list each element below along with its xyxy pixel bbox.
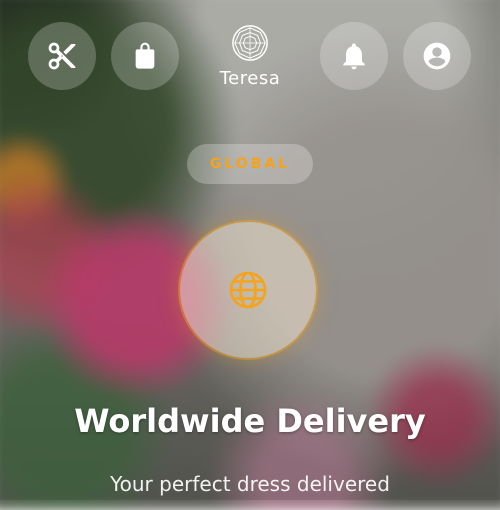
shopping-bag-button[interactable]: [111, 22, 179, 90]
globe-badge: [180, 222, 316, 358]
brand[interactable]: Teresa: [210, 24, 290, 89]
scissors-button[interactable]: [28, 22, 96, 90]
profile-button[interactable]: [403, 22, 471, 90]
brand-name: Teresa: [219, 68, 281, 89]
scissors-icon: [48, 42, 76, 70]
bell-icon: [343, 43, 365, 70]
brand-logo-icon: [232, 25, 268, 61]
profile-icon: [423, 42, 451, 70]
feature-title: Worldwide Delivery: [74, 402, 426, 440]
feature-subtitle: Your perfect dress delivered: [110, 472, 390, 496]
notifications-button[interactable]: [320, 22, 388, 90]
global-tag[interactable]: GLOBAL: [187, 144, 313, 184]
globe-icon: [229, 271, 267, 309]
shopping-bag-icon: [135, 42, 155, 69]
